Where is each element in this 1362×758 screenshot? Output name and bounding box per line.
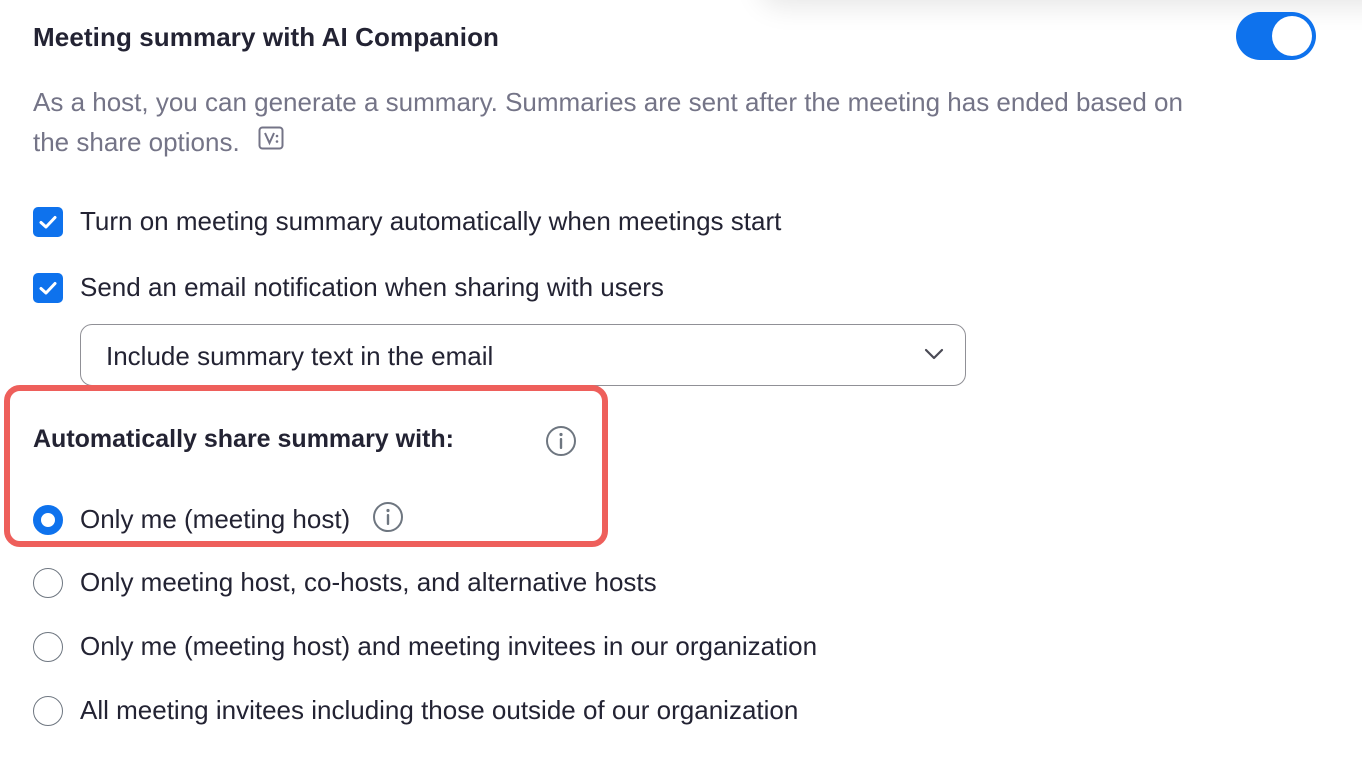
info-icon[interactable]	[545, 425, 577, 462]
setting-title: Meeting summary with AI Companion	[33, 22, 500, 52]
share-option-label: Only me (meeting host)	[80, 504, 351, 534]
checkmark-icon	[39, 215, 57, 228]
share-radio-all-invitees[interactable]	[33, 695, 63, 726]
setting-description-text: As a host, you can generate a summary. S…	[33, 87, 1183, 157]
share-radio-org-invitees[interactable]	[33, 631, 63, 662]
share-radio-only-me[interactable]	[33, 504, 63, 535]
chevron-down-icon	[923, 347, 945, 366]
share-option-org-invitees[interactable]: Only me (meeting host) and meeting invit…	[33, 631, 817, 662]
auto-start-option[interactable]: Turn on meeting summary automatically wh…	[33, 206, 781, 237]
share-option-hosts[interactable]: Only meeting host, co-hosts, and alterna…	[33, 567, 657, 598]
setting-description: As a host, you can generate a summary. S…	[33, 82, 1183, 162]
email-notification-label: Send an email notification when sharing …	[80, 272, 664, 302]
auto-start-label: Turn on meeting summary automatically wh…	[80, 206, 782, 236]
share-option-only-me[interactable]: Only me (meeting host)	[33, 501, 404, 538]
email-notification-checkbox[interactable]	[33, 272, 63, 303]
share-option-label: Only me (meeting host) and meeting invit…	[80, 631, 818, 661]
checkmark-icon	[39, 281, 57, 294]
ai-summary-toggle[interactable]	[1236, 12, 1316, 60]
email-content-select[interactable]: Include summary text in the email	[80, 324, 966, 386]
email-content-select-value: Include summary text in the email	[106, 341, 494, 371]
v-badge-icon[interactable]	[258, 121, 284, 161]
share-option-label: All meeting invitees including those out…	[80, 695, 799, 725]
auto-start-checkbox[interactable]	[33, 206, 63, 237]
email-notification-option[interactable]: Send an email notification when sharing …	[33, 272, 664, 303]
share-radio-hosts[interactable]	[33, 567, 63, 598]
share-option-label: Only meeting host, co-hosts, and alterna…	[80, 567, 657, 597]
toggle-knob	[1272, 16, 1312, 56]
info-icon[interactable]	[372, 501, 404, 538]
share-option-all-invitees[interactable]: All meeting invitees including those out…	[33, 695, 798, 726]
share-section-label: Automatically share summary with:	[33, 425, 454, 453]
